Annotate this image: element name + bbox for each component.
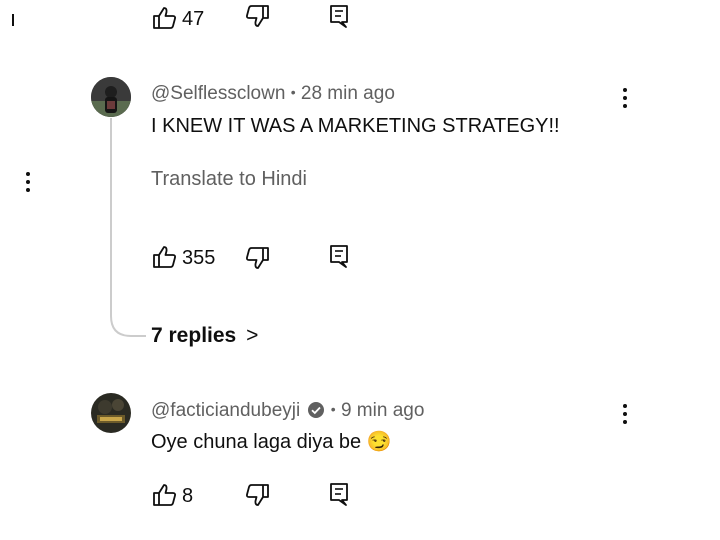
replies-button[interactable]: 7 replies > <box>151 322 258 350</box>
thumbs-up-icon[interactable] <box>152 245 178 269</box>
replies-label: 7 replies <box>151 324 237 347</box>
timestamp[interactable]: 28 min ago <box>301 83 395 104</box>
like-count: 47 <box>182 8 205 30</box>
comment-header: @Selflessclown • 28 min ago <box>151 80 395 106</box>
comment-header: @facticiandubeyji • 9 min ago <box>151 397 424 423</box>
smirk-emoji: 😏 <box>366 431 392 453</box>
like-count: 355 <box>182 247 216 269</box>
separator: • <box>330 401 336 417</box>
translate-button[interactable]: Translate to Hindi <box>151 166 307 192</box>
comment-text: I KNEW IT WAS A MARKETING STRATEGY!! <box>151 115 560 137</box>
more-vert-icon[interactable] <box>623 88 631 112</box>
separator: • <box>290 84 296 100</box>
verified-badge-icon <box>308 402 325 418</box>
reply-comment-icon[interactable] <box>329 482 349 508</box>
thumbs-down-icon[interactable] <box>244 483 270 507</box>
avatar[interactable] <box>91 77 131 117</box>
like-count: 8 <box>182 485 194 507</box>
thumbs-down-icon[interactable] <box>244 4 270 28</box>
thumbs-up-icon[interactable] <box>152 6 178 30</box>
chevron-right-icon: > <box>246 324 259 347</box>
thread-line <box>110 118 146 337</box>
reply-comment-icon[interactable] <box>329 244 349 270</box>
thumbs-up-icon[interactable] <box>152 483 178 507</box>
author-handle[interactable]: @facticiandubeyji <box>151 400 300 421</box>
comment-body: Oye chuna laga diya be <box>151 431 362 453</box>
edge-mark <box>12 14 14 26</box>
thumbs-down-icon[interactable] <box>244 246 270 270</box>
comment-text: Oye chuna laga diya be 😏 <box>151 429 392 455</box>
more-vert-icon[interactable] <box>623 404 631 428</box>
author-handle[interactable]: @Selflessclown <box>151 83 285 104</box>
reply-comment-icon[interactable] <box>329 4 349 30</box>
avatar[interactable] <box>91 393 131 433</box>
timestamp[interactable]: 9 min ago <box>341 400 424 421</box>
more-vert-icon[interactable] <box>26 172 34 196</box>
